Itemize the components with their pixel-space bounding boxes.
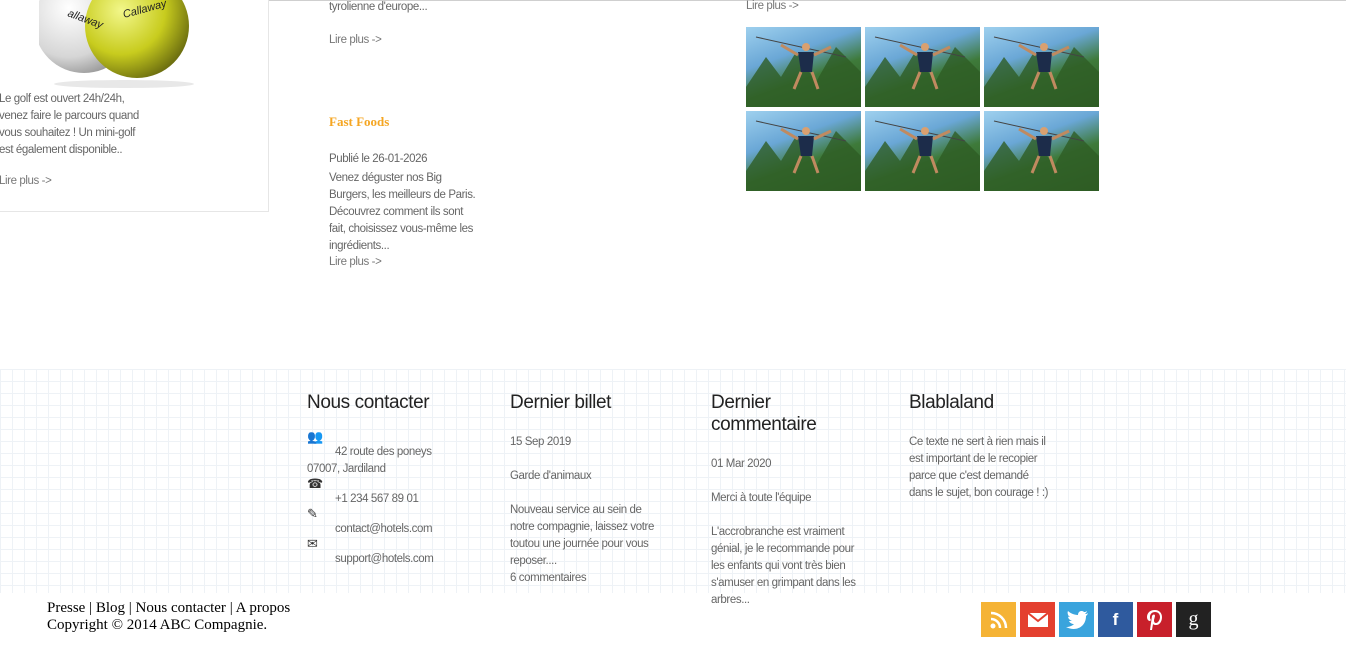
last-comment-widget: Dernier commentaire 01 Mar 2020 Merci à … [711, 392, 861, 609]
address-row: 👥 42 route des poneys 07007, Jardiland [307, 430, 477, 476]
social-links: f g [981, 602, 1211, 637]
bottom-nav: Presse | Blog | Nous contacter | A propo… [47, 599, 290, 617]
nav-link-blog[interactable]: Blog [96, 600, 125, 616]
last-comment-post[interactable]: Merci à toute l'équipe [711, 490, 861, 507]
gallery-thumbnail[interactable] [984, 27, 1099, 107]
fast-foods-title[interactable]: Fast Foods [329, 114, 389, 130]
last-post-date: 15 Sep 2019 [510, 436, 571, 448]
last-post-comments[interactable]: 6 commentaires [510, 570, 660, 587]
nav-link-about[interactable]: A propos [236, 600, 291, 616]
phone-row: ☎ +1 234 567 89 01 [307, 477, 477, 506]
contact-title: Nous contacter [307, 392, 430, 413]
rss-icon[interactable] [981, 602, 1016, 637]
support-email[interactable]: support@hotels.com [335, 553, 434, 565]
mail-icon[interactable] [1020, 602, 1055, 637]
nav-separator: | [128, 600, 132, 616]
nav-separator: | [89, 600, 93, 616]
last-post-widget: Dernier billet 15 Sep 2019 Garde d'anima… [510, 392, 660, 587]
blablaland-title: Blablaland [909, 392, 994, 413]
last-comment-text: L'accrobranche est vraiment génial, je l… [711, 526, 856, 606]
address-line1: 42 route des poneys [335, 446, 432, 458]
phone-number: +1 234 567 89 01 [335, 493, 419, 505]
contact-email[interactable]: contact@hotels.com [335, 523, 433, 535]
fast-foods-read-more-link[interactable]: Lire plus -> [329, 256, 382, 268]
copyright: Copyright © 2014 ABC Compagnie. [47, 617, 268, 633]
golf-balls-image: allaway Callaway [39, 0, 194, 88]
phone-icon: ☎ [307, 476, 323, 491]
gallery-read-more-link[interactable]: Lire plus -> [746, 0, 799, 12]
last-comment-date: 01 Mar 2020 [711, 458, 772, 470]
gallery-thumbnail[interactable] [865, 111, 980, 191]
photo-gallery [746, 27, 1106, 191]
users-icon: 👥 [307, 429, 323, 444]
twitter-icon[interactable] [1059, 602, 1094, 637]
golf-description: Le golf est ouvert 24h/24h, venez faire … [0, 93, 139, 156]
golf-read-more-link[interactable]: Lire plus -> [0, 175, 52, 187]
pinterest-icon[interactable] [1137, 602, 1172, 637]
pen-icon: ✎ [307, 506, 318, 521]
envelope-icon: ✉ [307, 536, 318, 551]
gallery-thumbnail[interactable] [746, 111, 861, 191]
fast-foods-excerpt: Venez déguster nos Big Burgers, les meil… [329, 172, 476, 252]
nav-link-contact[interactable]: Nous contacter [136, 600, 226, 616]
gallery-thumbnail[interactable] [746, 27, 861, 107]
last-comment-title: Dernier commentaire [711, 392, 817, 435]
nav-separator: | [229, 600, 233, 616]
facebook-icon[interactable]: f [1098, 602, 1133, 637]
golf-card: allaway Callaway Le golf est ouvert 24h/… [0, 0, 269, 212]
last-post-title: Dernier billet [510, 392, 612, 413]
previous-post-excerpt: tyrolienne d'europe... [329, 1, 428, 13]
last-post-name[interactable]: Garde d'animaux [510, 468, 660, 485]
blablaland-text: Ce texte ne sert à rien mais il est impo… [909, 436, 1049, 499]
support-row: ✉ support@hotels.com [307, 537, 477, 566]
address-line2: 07007, Jardiland [307, 463, 386, 475]
email-row: ✎ contact@hotels.com [307, 507, 477, 536]
nav-link-presse[interactable]: Presse [47, 600, 85, 616]
blablaland-widget: Blablaland Ce texte ne sert à rien mais … [909, 392, 1054, 502]
gallery-thumbnail[interactable] [984, 111, 1099, 191]
footer-widgets [0, 369, 1346, 593]
google-icon[interactable]: g [1176, 602, 1211, 637]
contact-widget: Nous contacter 👥 42 route des poneys 070… [307, 392, 477, 566]
previous-post-read-more-link[interactable]: Lire plus -> [329, 34, 382, 46]
last-post-excerpt: Nouveau service au sein de notre compagn… [510, 504, 654, 567]
gallery-thumbnail[interactable] [865, 27, 980, 107]
fast-foods-date: Publié le 26-01-2026 [329, 153, 428, 165]
